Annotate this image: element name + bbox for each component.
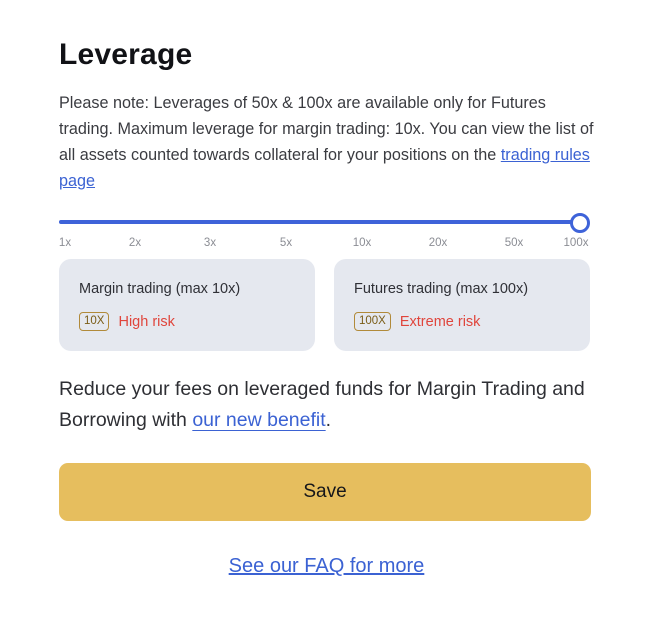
risk-label: High risk xyxy=(118,313,175,330)
page-title: Leverage xyxy=(59,38,193,71)
tick-label[interactable]: 50x xyxy=(505,237,524,249)
futures-trading-title: Futures trading (max 100x) xyxy=(354,281,529,297)
faq-link[interactable]: See our FAQ for more xyxy=(229,555,425,577)
leverage-badge: 10X xyxy=(79,312,110,331)
leverage-panel: Leverage Please note: Leverages of 50x &… xyxy=(0,0,653,630)
futures-risk-row: 100X Extreme risk xyxy=(354,312,480,331)
slider-tick-labels: 1x 2x 3x 5x 10x 20x 50x 100x xyxy=(0,237,653,255)
faq-row: See our FAQ for more xyxy=(0,555,653,578)
save-button[interactable]: Save xyxy=(59,463,591,521)
margin-trading-card: Margin trading (max 10x) 10X High risk xyxy=(59,259,315,351)
tick-label[interactable]: 100x xyxy=(564,237,589,249)
tick-label[interactable]: 3x xyxy=(204,237,216,249)
futures-trading-card: Futures trading (max 100x) 100X Extreme … xyxy=(334,259,590,351)
margin-trading-title: Margin trading (max 10x) xyxy=(79,281,241,297)
slider-handle[interactable] xyxy=(570,213,590,233)
tick-label[interactable]: 10x xyxy=(353,237,372,249)
fee-promo: Reduce your fees on leveraged funds for … xyxy=(59,374,619,436)
new-benefit-link[interactable]: our new benefit xyxy=(192,409,325,431)
tick-label[interactable]: 1x xyxy=(59,237,71,249)
margin-risk-row: 10X High risk xyxy=(79,312,175,331)
risk-label: Extreme risk xyxy=(399,313,481,330)
tick-label[interactable]: 5x xyxy=(280,237,292,249)
slider-fill xyxy=(59,220,580,224)
fee-promo-suffix: . xyxy=(325,409,332,431)
tick-label[interactable]: 20x xyxy=(429,237,448,249)
leverage-slider[interactable] xyxy=(59,212,591,234)
leverage-badge: 100X xyxy=(354,312,391,331)
leverage-note: Please note: Leverages of 50x & 100x are… xyxy=(59,90,599,194)
tick-label[interactable]: 2x xyxy=(129,237,141,249)
